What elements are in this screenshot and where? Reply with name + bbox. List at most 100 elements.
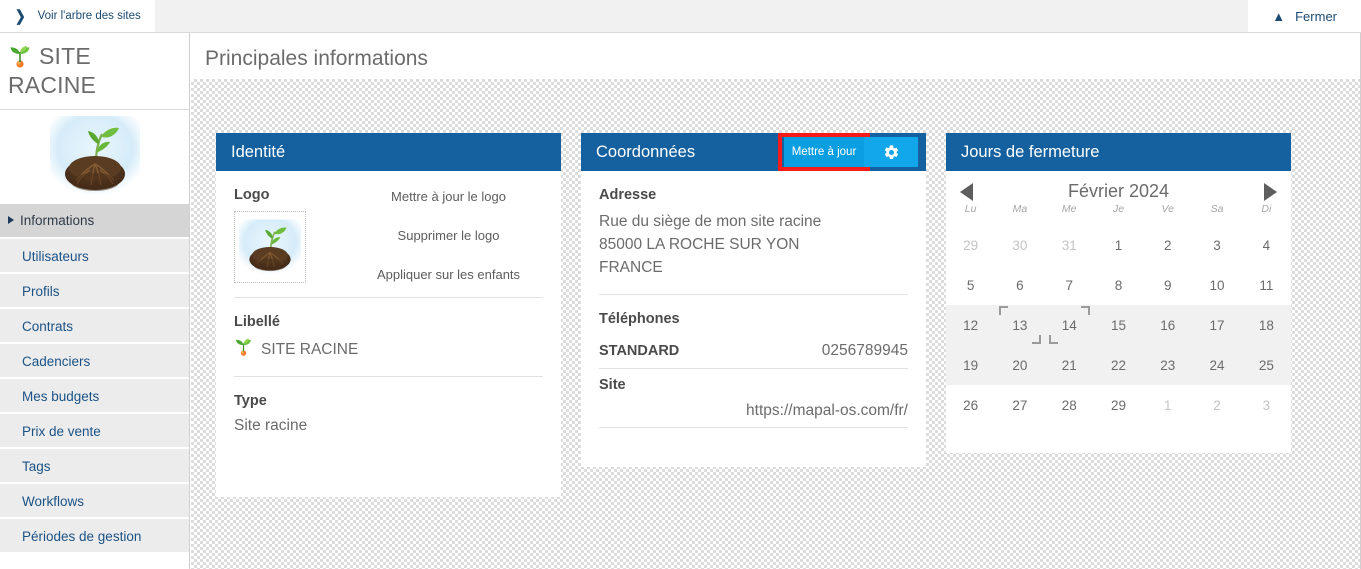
phone-row: STANDARD 0256789945 <box>599 335 908 369</box>
logo-thumbnail[interactable] <box>234 211 306 283</box>
seedling-logo-image <box>239 219 301 275</box>
sidebar: SITE RACINE Informations Utilisateurs Pr… <box>0 33 190 569</box>
update-button[interactable]: Mettre à jour <box>778 133 870 171</box>
calendar-day-cell[interactable]: 6 <box>995 265 1044 305</box>
calendar-day-cell[interactable]: 2 <box>1192 385 1241 425</box>
calendar-day-header: Ma <box>1012 203 1028 215</box>
calendar-day-cell[interactable]: 4 <box>1242 225 1291 265</box>
calendar-day-cell[interactable]: 29 <box>1094 385 1143 425</box>
delete-logo-link[interactable]: Supprimer le logo <box>398 228 500 243</box>
site-title: SITE RACINE <box>0 33 189 107</box>
sidebar-item-profils[interactable]: Profils <box>0 273 189 309</box>
sidebar-item-utilisateurs[interactable]: Utilisateurs <box>0 238 189 274</box>
calendar-day-cell[interactable]: 2 <box>1143 225 1192 265</box>
calendar-day-cell[interactable]: 16 <box>1143 305 1193 345</box>
calendar-day-cell[interactable]: 28 <box>1045 385 1094 425</box>
calendar-day-cell[interactable]: 9 <box>1143 265 1192 305</box>
sprout-icon <box>234 338 253 362</box>
site-row-divider <box>599 426 908 428</box>
calendar-day-cell[interactable]: 18 <box>1241 305 1291 345</box>
calendar-prev-month-button[interactable] <box>960 182 973 201</box>
site-url[interactable]: https://mapal-os.com/fr/ <box>599 394 908 420</box>
sidebar-item-prix-de-vente[interactable]: Prix de vente <box>0 413 189 449</box>
calendar-navigation: Février 2024 <box>946 171 1291 202</box>
apply-to-children-link[interactable]: Appliquer sur les enfants <box>377 267 520 282</box>
calendar-day-cell[interactable]: 23 <box>1143 345 1193 385</box>
calendar-day-cell[interactable]: 22 <box>1093 345 1144 385</box>
calendar-week-row: 12 13 14 15 16 17 18 <box>946 305 1291 345</box>
calendar-week-row: 5 6 7 8 9 10 11 <box>946 265 1291 305</box>
site-label: Site <box>599 376 626 393</box>
type-value: Site racine <box>234 417 308 434</box>
calendar-day-cell[interactable]: 24 <box>1192 345 1242 385</box>
sidebar-item-contrats[interactable]: Contrats <box>0 308 189 344</box>
calendar-day-header: Lu <box>964 203 977 215</box>
view-site-tree-label: Voir l'arbre des sites <box>37 10 141 22</box>
sprout-icon <box>8 45 32 69</box>
phone-number: 0256789945 <box>821 341 908 359</box>
update-logo-link[interactable]: Mettre à jour le logo <box>391 189 506 204</box>
calendar-day-cell[interactable]: 30 <box>995 225 1044 265</box>
address-section: Adresse Rue du siège de mon site racine … <box>599 171 908 294</box>
calendar-next-month-button[interactable] <box>1264 182 1277 201</box>
calendar-day-cell[interactable]: 5 <box>946 265 995 305</box>
calendar-day-cell[interactable]: 26 <box>946 385 995 425</box>
calendar-day-cell[interactable]: 27 <box>995 385 1044 425</box>
calendar-month-label: Février 2024 <box>1067 181 1170 201</box>
calendar-day-header: Sa <box>1210 203 1224 215</box>
phones-section: Téléphones STANDARD 0256789945 Site http… <box>599 293 908 442</box>
address-line: 85000 LA ROCHE SUR YON <box>599 235 800 253</box>
calendar-day-cell[interactable]: 3 <box>1192 225 1241 265</box>
sidebar-nav: Informations Utilisateurs Profils Contra… <box>0 203 189 554</box>
top-bar: ❯ Voir l'arbre des sites ▲ Fermer <box>0 0 1361 33</box>
calendar-day-cell[interactable]: 20 <box>995 345 1045 385</box>
calendar-day-cell[interactable]: 10 <box>1192 265 1241 305</box>
calendar-day-cell[interactable]: 15 <box>1093 305 1144 345</box>
type-label: Type <box>234 393 267 409</box>
chevron-up-icon: ▲ <box>1272 8 1286 24</box>
view-site-tree-button[interactable]: ❯ Voir l'arbre des sites <box>0 0 155 32</box>
sidebar-item-workflows[interactable]: Workflows <box>0 483 189 519</box>
calendar-day-cell[interactable]: 7 <box>1045 265 1094 305</box>
phones-label: Téléphones <box>599 310 680 327</box>
calendar-grid: Lu Ma Me Je Ve Sa Di 29 30 31 1 2 3 4 5 6 7 8 9 10 11… <box>946 203 1291 425</box>
address-line: FRANCE <box>599 258 663 276</box>
calendar-day-cell[interactable]: 21 <box>1044 345 1094 385</box>
calendar-day-cell[interactable]: 19 <box>946 345 996 385</box>
gear-icon <box>884 144 898 159</box>
seedling-logo-image <box>49 115 140 196</box>
calendar-day-cell[interactable]: 14 <box>1044 305 1094 345</box>
identity-card: Identité Logo Mettre à jour le logo Supp… <box>216 133 561 497</box>
settings-button[interactable] <box>864 137 918 167</box>
identity-card-body: Logo Mettre à jour le logo Supprimer le … <box>216 171 561 449</box>
calendar-day-cell[interactable]: 25 <box>1241 345 1291 385</box>
calendar-day-cell[interactable]: 1 <box>1143 385 1192 425</box>
coordinates-card-body: Adresse Rue du siège de mon site racine … <box>581 171 926 442</box>
calendar-day-cell[interactable]: 12 <box>946 305 996 345</box>
calendar-day-cell[interactable]: 3 <box>1242 385 1291 425</box>
libelle-label: Libellé <box>234 314 280 330</box>
calendar-day-header: Ve <box>1161 203 1174 215</box>
phone-type: STANDARD <box>599 342 680 359</box>
close-button[interactable]: ▲ Fermer <box>1248 0 1361 32</box>
calendar-day-cell[interactable]: 11 <box>1242 265 1291 305</box>
identity-card-title: Identité <box>231 142 286 161</box>
calendar-day-cell[interactable]: 17 <box>1192 305 1242 345</box>
libelle-value: SITE RACINE <box>261 341 359 358</box>
calendar-day-cell[interactable]: 13 <box>995 305 1045 345</box>
identity-card-header: Identité <box>216 133 561 171</box>
sidebar-item-tags[interactable]: Tags <box>0 448 189 484</box>
sidebar-item-mes-budgets[interactable]: Mes budgets <box>0 378 189 414</box>
closure-days-card: Jours de fermeture Février 2024 Lu Ma Me… <box>946 133 1291 453</box>
sidebar-item-periodes-de-gestion[interactable]: Périodes de gestion <box>0 518 189 554</box>
update-button-label: Mettre à jour <box>791 146 857 158</box>
closure-days-card-title: Jours de fermeture <box>961 142 1100 161</box>
calendar-day-cell[interactable]: 29 <box>946 225 995 265</box>
sidebar-item-cadenciers[interactable]: Cadenciers <box>0 343 189 379</box>
calendar-day-cell[interactable]: 31 <box>1045 225 1094 265</box>
calendar-day-cell[interactable]: 8 <box>1094 265 1143 305</box>
calendar-day-cell[interactable]: 1 <box>1094 225 1143 265</box>
sidebar-item-informations[interactable]: Informations <box>0 203 189 239</box>
site-row: Site https://mapal-os.com/fr/ <box>599 369 908 428</box>
calendar-body: 29 30 31 1 2 3 4 5 6 7 8 9 10 11 12 13 14 15 16 17 18 19 20 21 2… <box>946 225 1291 425</box>
